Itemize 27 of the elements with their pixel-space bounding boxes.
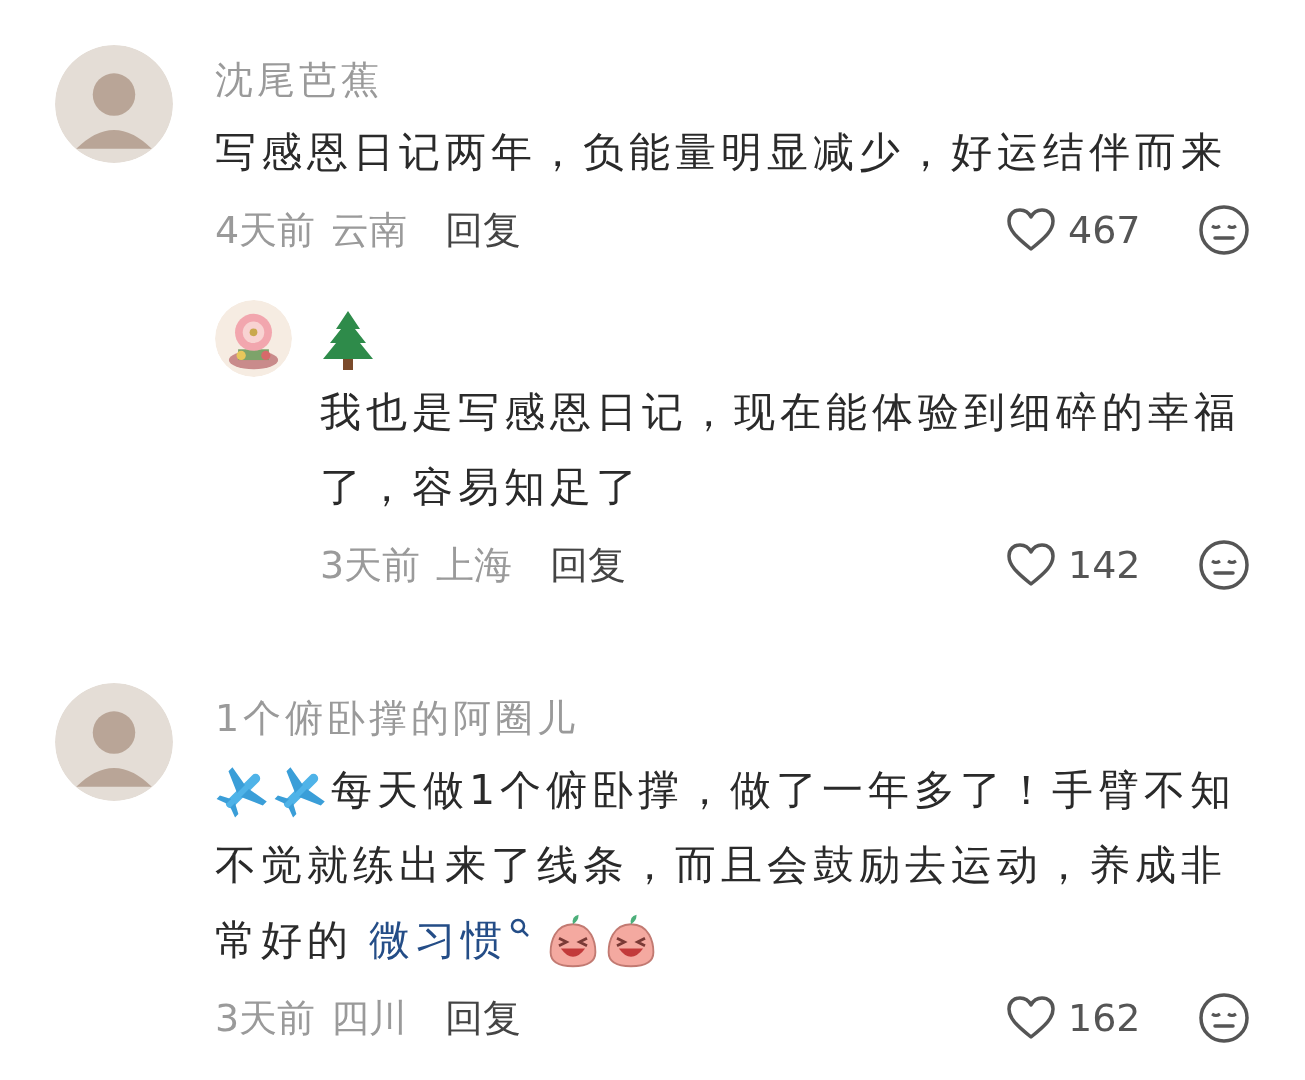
face-icon[interactable]	[1198, 204, 1250, 256]
comment-time: 3天前	[320, 541, 421, 589]
face-icon[interactable]	[1198, 992, 1250, 1044]
heart-icon[interactable]	[1006, 542, 1056, 588]
comment-location: 云南	[331, 206, 408, 254]
comment-location: 上海	[436, 541, 513, 589]
reply-button[interactable]: 回复	[550, 539, 627, 591]
topic-link[interactable]: 微习惯	[369, 903, 507, 978]
comment-text: 写感恩日记两年，负能量明显减少，好运结伴而来	[215, 127, 1227, 178]
comment-time: 4天前	[215, 206, 316, 254]
reply-button[interactable]: 回复	[445, 204, 522, 256]
comment-text: 了，容易知足了	[320, 462, 642, 513]
reply-button[interactable]: 回复	[445, 992, 522, 1044]
comment-text: 不觉就练出来了线条，而且会鼓励去运动，养成非	[215, 840, 1227, 891]
comment-text: 常好的	[215, 915, 353, 966]
comment-location: 四川	[331, 994, 408, 1042]
comment-time: 3天前	[215, 994, 316, 1042]
comment-text: 我也是写感恩日记，现在能体验到细碎的幸福	[320, 387, 1240, 438]
heart-icon[interactable]	[1006, 207, 1056, 253]
like-count: 142	[1068, 543, 1142, 587]
face-icon[interactable]	[1198, 539, 1250, 591]
like-count: 162	[1068, 996, 1142, 1040]
tree-icon	[320, 309, 376, 371]
heart-icon[interactable]	[1006, 995, 1056, 1041]
comment-text: 每天做1个俯卧撑，做了一年多了！手臂不知	[331, 765, 1237, 816]
like-count: 467	[1068, 208, 1142, 252]
search-icon	[509, 917, 531, 939]
